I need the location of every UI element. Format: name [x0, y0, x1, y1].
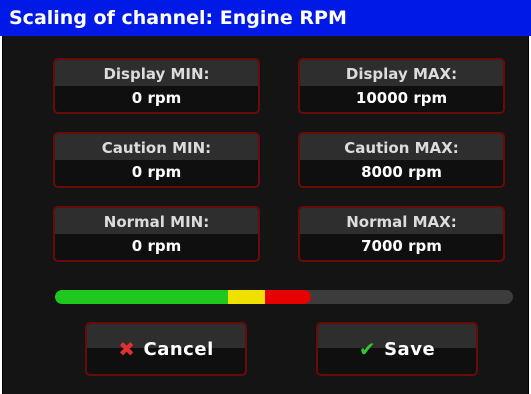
display-min-value: 0 rpm — [131, 89, 182, 107]
save-label: Save — [384, 338, 436, 360]
normal-min-field[interactable]: Normal MIN: 0 rpm — [53, 206, 260, 262]
caution-min-value: 0 rpm — [131, 163, 182, 181]
display-max-value: 10000 rpm — [355, 89, 448, 107]
normal-max-field[interactable]: Normal MAX: 7000 rpm — [298, 206, 505, 262]
caution-max-label: Caution MAX: — [300, 134, 503, 160]
scale-bar-danger-segment — [264, 290, 311, 304]
display-max-field[interactable]: Display MAX: 10000 rpm — [298, 58, 505, 114]
caution-max-field[interactable]: Caution MAX: 8000 rpm — [298, 132, 505, 188]
caution-min-field[interactable]: Caution MIN: 0 rpm — [53, 132, 260, 188]
caution-max-value: 8000 rpm — [361, 163, 442, 181]
normal-max-value: 7000 rpm — [361, 237, 442, 255]
scale-bar — [55, 290, 513, 304]
display-max-label: Display MAX: — [300, 60, 503, 86]
caution-min-label: Caution MIN: — [55, 134, 258, 160]
scaling-panel: Display MIN: 0 rpm Display MAX: 10000 rp… — [2, 36, 529, 394]
window-title: Scaling of channel: Engine RPM — [0, 0, 531, 36]
check-icon: ✔ — [358, 337, 377, 361]
cancel-button[interactable]: ✖ Cancel — [85, 322, 247, 376]
normal-min-value: 0 rpm — [131, 237, 182, 255]
scale-bar-caution-segment — [228, 290, 265, 304]
display-min-field[interactable]: Display MIN: 0 rpm — [53, 58, 260, 114]
scale-bar-normal-segment — [55, 290, 229, 304]
x-icon: ✖ — [118, 337, 136, 361]
save-button[interactable]: ✔ Save — [316, 322, 478, 376]
normal-max-label: Normal MAX: — [300, 208, 503, 234]
display-min-label: Display MIN: — [55, 60, 258, 86]
cancel-label: Cancel — [143, 338, 214, 360]
normal-min-label: Normal MIN: — [55, 208, 258, 234]
